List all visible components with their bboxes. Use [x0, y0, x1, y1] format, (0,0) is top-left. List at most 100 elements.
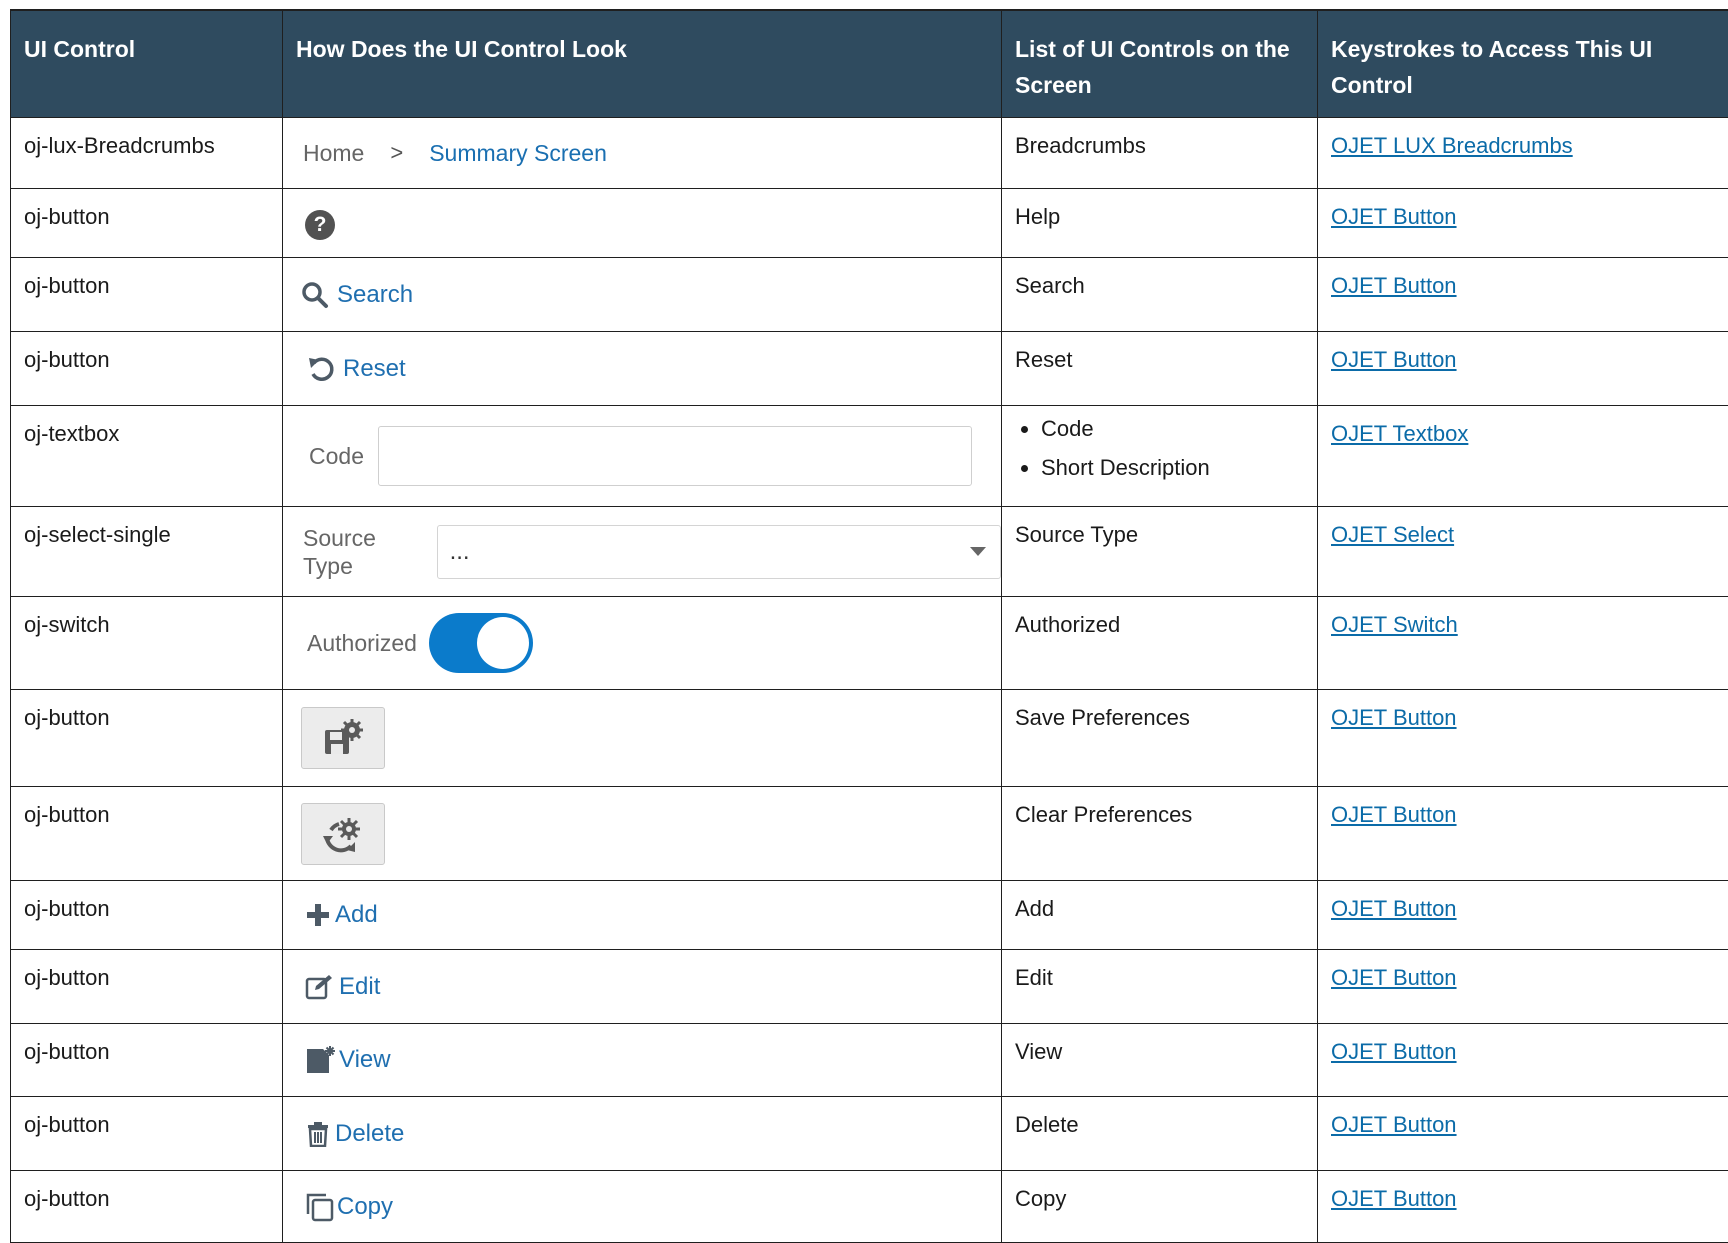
control-list: Breadcrumbs	[1002, 118, 1318, 189]
control-list: Save Preferences	[1002, 690, 1318, 787]
link-cell: OJET Textbox	[1318, 406, 1728, 507]
search-icon	[301, 281, 329, 309]
look-cell: Copy	[283, 1171, 1002, 1243]
control-list: Authorized	[1002, 597, 1318, 690]
delete-button-label: Delete	[335, 1120, 404, 1148]
code-field: Code	[301, 426, 1001, 486]
look-cell: Delete	[283, 1097, 1002, 1171]
add-button-label: Add	[335, 901, 378, 929]
doc-link[interactable]: OJET Button	[1331, 1039, 1457, 1064]
doc-link[interactable]: OJET Select	[1331, 522, 1454, 547]
table-row: oj-button	[11, 690, 1728, 787]
link-cell: OJET Button	[1318, 258, 1728, 332]
add-button[interactable]: Add	[301, 901, 1001, 929]
doc-link[interactable]: OJET Button	[1331, 705, 1457, 730]
table-row: oj-button Edit Edit OJET Button	[11, 950, 1728, 1024]
authorized-label: Authorized	[307, 629, 417, 657]
link-cell: OJET Button	[1318, 1097, 1728, 1171]
link-cell: OJET Button	[1318, 950, 1728, 1024]
control-list: View	[1002, 1024, 1318, 1097]
link-cell: OJET LUX Breadcrumbs	[1318, 118, 1728, 189]
code-field-label: Code	[309, 442, 364, 470]
edit-button[interactable]: Edit	[301, 973, 1001, 1001]
link-cell: OJET Switch	[1318, 597, 1728, 690]
control-list: Reset	[1002, 332, 1318, 406]
header-list-of-controls: List of UI Controls on the Screen	[1002, 10, 1318, 118]
authorized-switch[interactable]	[429, 613, 533, 673]
doc-link[interactable]: OJET Button	[1331, 1186, 1457, 1211]
control-name: oj-button	[11, 258, 283, 332]
control-list: Source Type	[1002, 507, 1318, 597]
control-list: Search	[1002, 258, 1318, 332]
look-cell	[283, 690, 1002, 787]
copy-button-label: Copy	[337, 1193, 393, 1221]
help-icon[interactable]: ?	[305, 210, 335, 240]
doc-link[interactable]: OJET Button	[1331, 896, 1457, 921]
control-name: oj-button	[11, 690, 283, 787]
reset-button[interactable]: Reset	[301, 355, 1001, 383]
look-cell: View	[283, 1024, 1002, 1097]
link-cell: OJET Button	[1318, 881, 1728, 950]
doc-link[interactable]: OJET Switch	[1331, 612, 1458, 637]
save-preferences-icon	[321, 718, 365, 758]
look-cell: Edit	[283, 950, 1002, 1024]
control-list: Clear Preferences	[1002, 787, 1318, 881]
view-button[interactable]: View	[301, 1045, 1001, 1075]
control-name: oj-button	[11, 189, 283, 258]
reset-button-label: Reset	[343, 355, 406, 383]
doc-link[interactable]: OJET Button	[1331, 347, 1457, 372]
look-cell: Home > Summary Screen	[283, 118, 1002, 189]
list-item: Code	[1041, 409, 1305, 448]
control-name: oj-button	[11, 332, 283, 406]
doc-link[interactable]: OJET Button	[1331, 1112, 1457, 1137]
trash-icon	[307, 1121, 329, 1147]
look-cell: ?	[283, 189, 1002, 258]
search-button[interactable]: Search	[301, 281, 1001, 309]
delete-button[interactable]: Delete	[301, 1120, 1001, 1148]
breadcrumb: Home > Summary Screen	[301, 139, 1001, 167]
chevron-down-icon	[970, 547, 986, 556]
look-cell: Reset	[283, 332, 1002, 406]
breadcrumb-home[interactable]: Home	[303, 139, 364, 167]
code-input[interactable]	[378, 426, 972, 486]
ui-controls-table: UI Control How Does the UI Control Look …	[10, 9, 1728, 1243]
clear-preferences-button[interactable]	[301, 803, 385, 865]
control-name: oj-button	[11, 1097, 283, 1171]
source-type-field: Source Type ...	[301, 524, 1001, 580]
source-type-select[interactable]: ...	[437, 525, 1001, 579]
header-keystrokes: Keystrokes to Access This UI Control	[1318, 10, 1728, 118]
control-list: Edit	[1002, 950, 1318, 1024]
doc-link[interactable]: OJET Button	[1331, 965, 1457, 990]
control-list: Code Short Description	[1002, 406, 1318, 507]
control-name: oj-lux-Breadcrumbs	[11, 118, 283, 189]
control-list: Help	[1002, 189, 1318, 258]
doc-link[interactable]: OJET LUX Breadcrumbs	[1331, 133, 1573, 158]
doc-link[interactable]: OJET Button	[1331, 802, 1457, 827]
link-cell: OJET Button	[1318, 1024, 1728, 1097]
control-list: Add	[1002, 881, 1318, 950]
doc-link[interactable]: OJET Button	[1331, 204, 1457, 229]
clear-preferences-icon	[321, 814, 365, 854]
doc-link[interactable]: OJET Button	[1331, 273, 1457, 298]
link-cell: OJET Button	[1318, 189, 1728, 258]
edit-icon	[305, 974, 333, 1000]
save-preferences-button[interactable]	[301, 707, 385, 769]
header-row: UI Control How Does the UI Control Look …	[11, 10, 1728, 118]
breadcrumb-current: Summary Screen	[429, 139, 607, 167]
header-how-it-looks: How Does the UI Control Look	[283, 10, 1002, 118]
search-button-label: Search	[337, 281, 413, 309]
copy-icon	[305, 1192, 335, 1222]
list-item: Short Description	[1041, 448, 1305, 487]
look-cell: Authorized	[283, 597, 1002, 690]
table-row: oj-textbox Code Code Short Description O…	[11, 406, 1728, 507]
control-list: Delete	[1002, 1097, 1318, 1171]
control-name: oj-button	[11, 1171, 283, 1243]
doc-link[interactable]: OJET Textbox	[1331, 421, 1468, 446]
control-list: Copy	[1002, 1171, 1318, 1243]
control-list-bullets: Code Short Description	[1015, 409, 1305, 487]
control-name: oj-button	[11, 950, 283, 1024]
authorized-field: Authorized	[301, 613, 1001, 673]
view-button-label: View	[339, 1046, 391, 1074]
table-row: oj-button	[11, 787, 1728, 881]
copy-button[interactable]: Copy	[301, 1192, 1001, 1222]
